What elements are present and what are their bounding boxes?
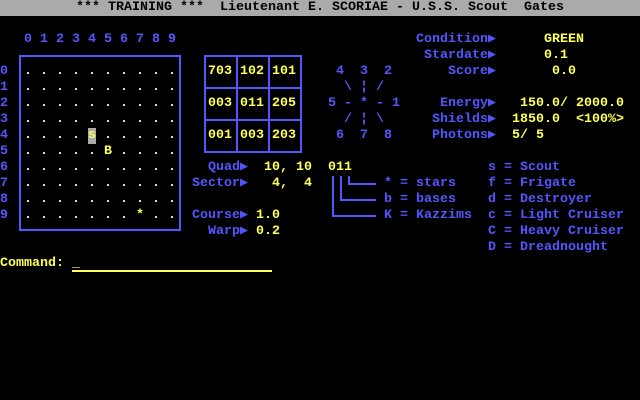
arrow-icon: ▶ — [487, 32, 496, 47]
quadrant-cell: 001 — [208, 128, 232, 143]
ship-legend-item: d = Destroyer — [488, 192, 592, 207]
arrow-icon: ▶ — [487, 96, 496, 111]
quadrant-cell: 101 — [272, 64, 296, 79]
warp-label: Warp▶ — [207, 224, 248, 239]
course-label: Course▶ — [191, 208, 248, 223]
command-input[interactable]: _ — [72, 256, 272, 272]
quadrant-cell: 703 — [208, 64, 232, 79]
score-value: 0.0 — [552, 64, 576, 79]
quad-code: 011 — [328, 160, 352, 175]
condition-label: Condition▶ — [415, 32, 496, 47]
code-legend-stars: * = stars — [384, 176, 456, 191]
quadrant-cell: 003 — [240, 128, 264, 143]
photons-value: 5/ 5 — [512, 128, 544, 143]
compass-row: \ ¦ / — [328, 80, 384, 95]
quadrant-cell: 205 — [272, 96, 296, 111]
quad-label: Quad▶ — [207, 160, 248, 175]
stardate-value: 0.1 — [544, 48, 568, 63]
quadrant-cell: 011 — [240, 96, 264, 111]
arrow-icon: ▶ — [239, 208, 248, 223]
shields-value: 1850.0 <100%> — [512, 112, 624, 127]
photons-label: Photons▶ — [431, 128, 496, 143]
stars-bracket-line — [348, 176, 376, 185]
ship-legend-item: C = Heavy Cruiser — [488, 224, 624, 239]
score-label: Score▶ — [447, 64, 496, 79]
command-label: Command: — [0, 256, 64, 271]
code-legend-bases: b = bases — [384, 192, 456, 207]
arrow-icon: ▶ — [487, 64, 496, 79]
arrow-icon: ▶ — [487, 112, 496, 127]
ship-legend-item: D = Dreadnought — [488, 240, 608, 255]
arrow-icon: ▶ — [239, 160, 248, 175]
bases-bracket-line — [340, 176, 376, 201]
ship-legend-item: s = Scout — [488, 160, 560, 175]
arrow-icon: ▶ — [487, 48, 496, 63]
arrow-icon: ▶ — [239, 176, 248, 191]
ship-legend-item: c = Light Cruiser — [488, 208, 624, 223]
shields-label: Shields▶ — [431, 112, 496, 127]
quadrant-cell: 203 — [272, 128, 296, 143]
code-legend-kazzims: K = Kazzims — [384, 208, 472, 223]
quadrant-cell: 003 — [208, 96, 232, 111]
course-value[interactable]: 1.0 — [256, 208, 280, 224]
energy-label: Energy▶ — [439, 96, 496, 111]
arrow-icon: ▶ — [487, 128, 496, 143]
arrow-icon: ▶ — [239, 224, 248, 239]
command-cursor: _ — [72, 256, 80, 271]
sector-label: Sector▶ — [191, 176, 248, 191]
energy-value: 150.0/ 2000.0 — [520, 96, 624, 111]
condition-value: GREEN — [544, 32, 584, 47]
ship-legend-item: f = Frigate — [488, 176, 576, 191]
quad-value: 10, 10 — [264, 160, 312, 175]
kazzims-bracket-line — [332, 176, 376, 217]
warp-value[interactable]: 0.2 — [256, 224, 280, 240]
stardate-label: Stardate▶ — [423, 48, 496, 63]
quadrant-cell: 102 — [240, 64, 264, 79]
sector-value: 4, 4 — [264, 176, 312, 191]
